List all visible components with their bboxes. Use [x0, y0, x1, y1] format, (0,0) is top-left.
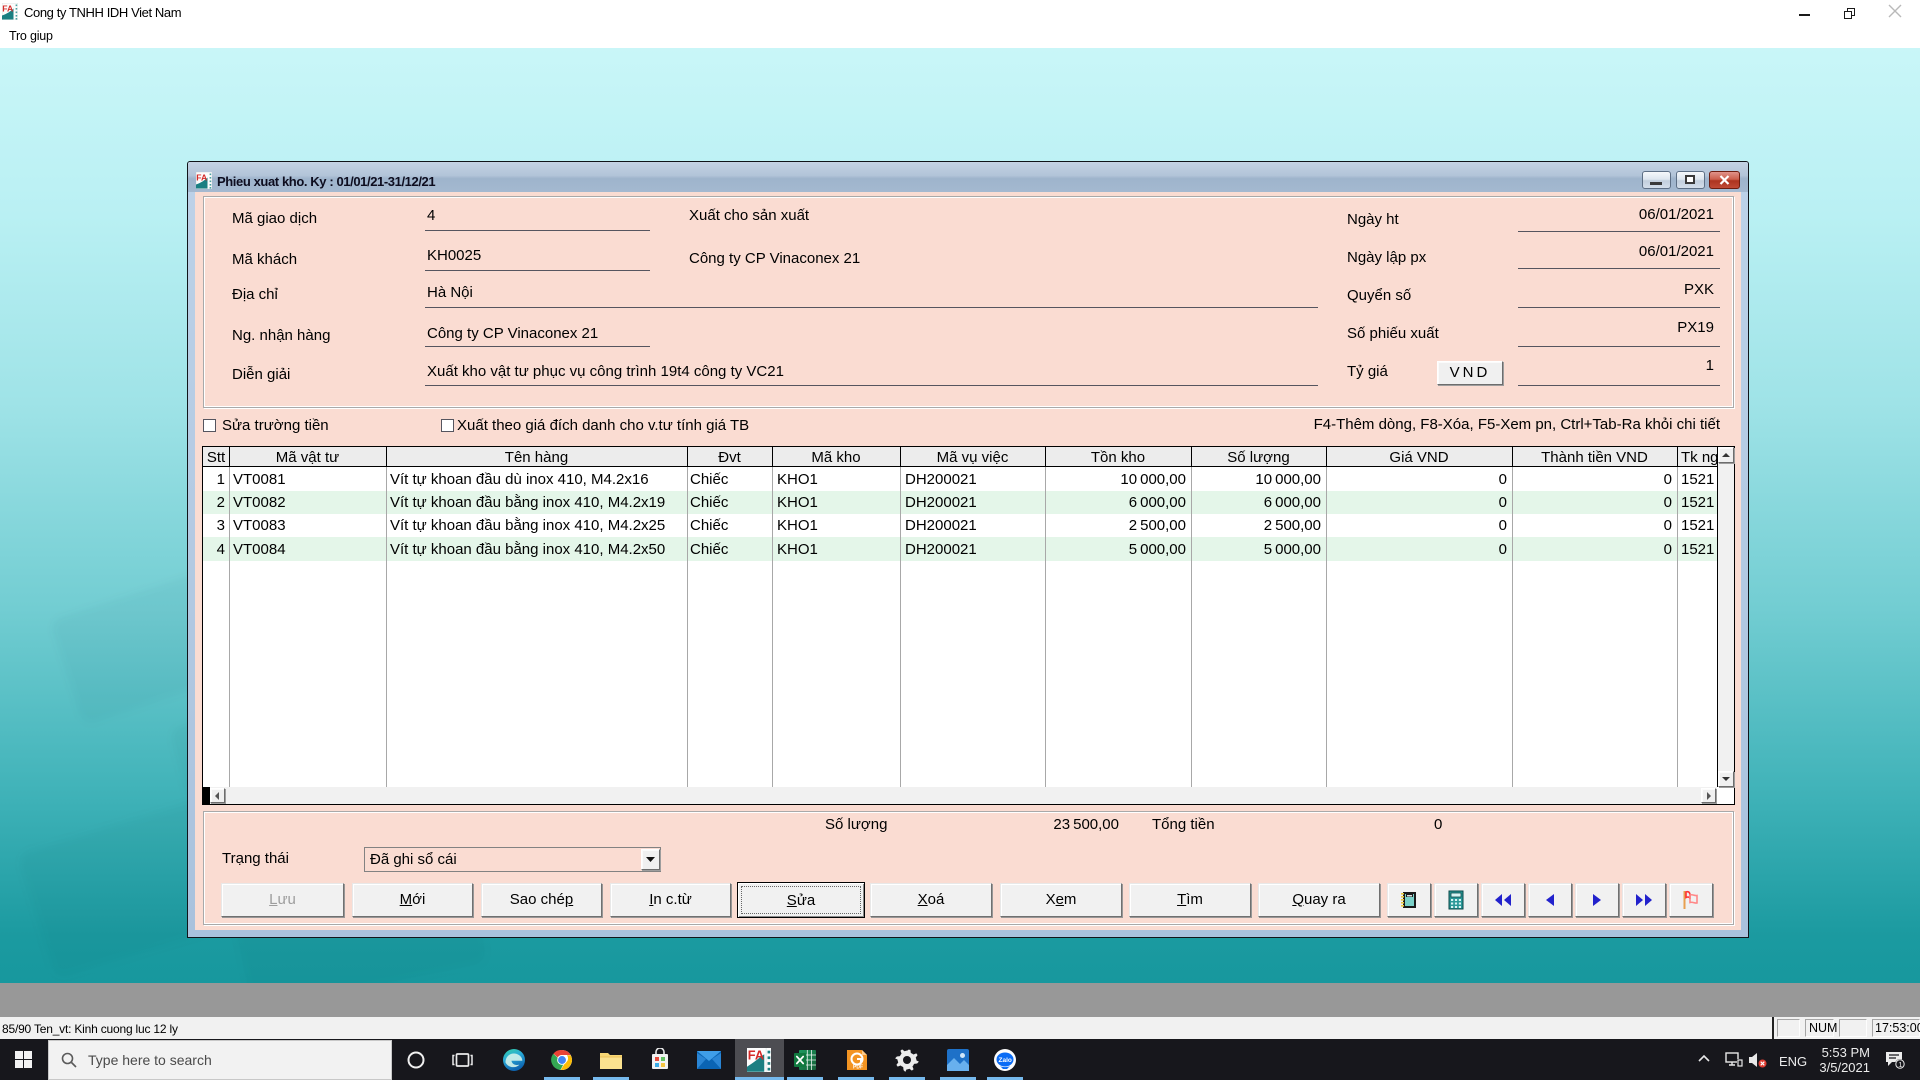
svg-text:FA: FA — [748, 1048, 764, 1062]
svg-text:PDF: PDF — [853, 1065, 863, 1071]
svg-text:Zalo: Zalo — [999, 1057, 1012, 1064]
svg-text:1: 1 — [1898, 1060, 1902, 1069]
svg-text:FA: FA — [2, 4, 13, 14]
svg-text:FA: FA — [196, 173, 207, 183]
